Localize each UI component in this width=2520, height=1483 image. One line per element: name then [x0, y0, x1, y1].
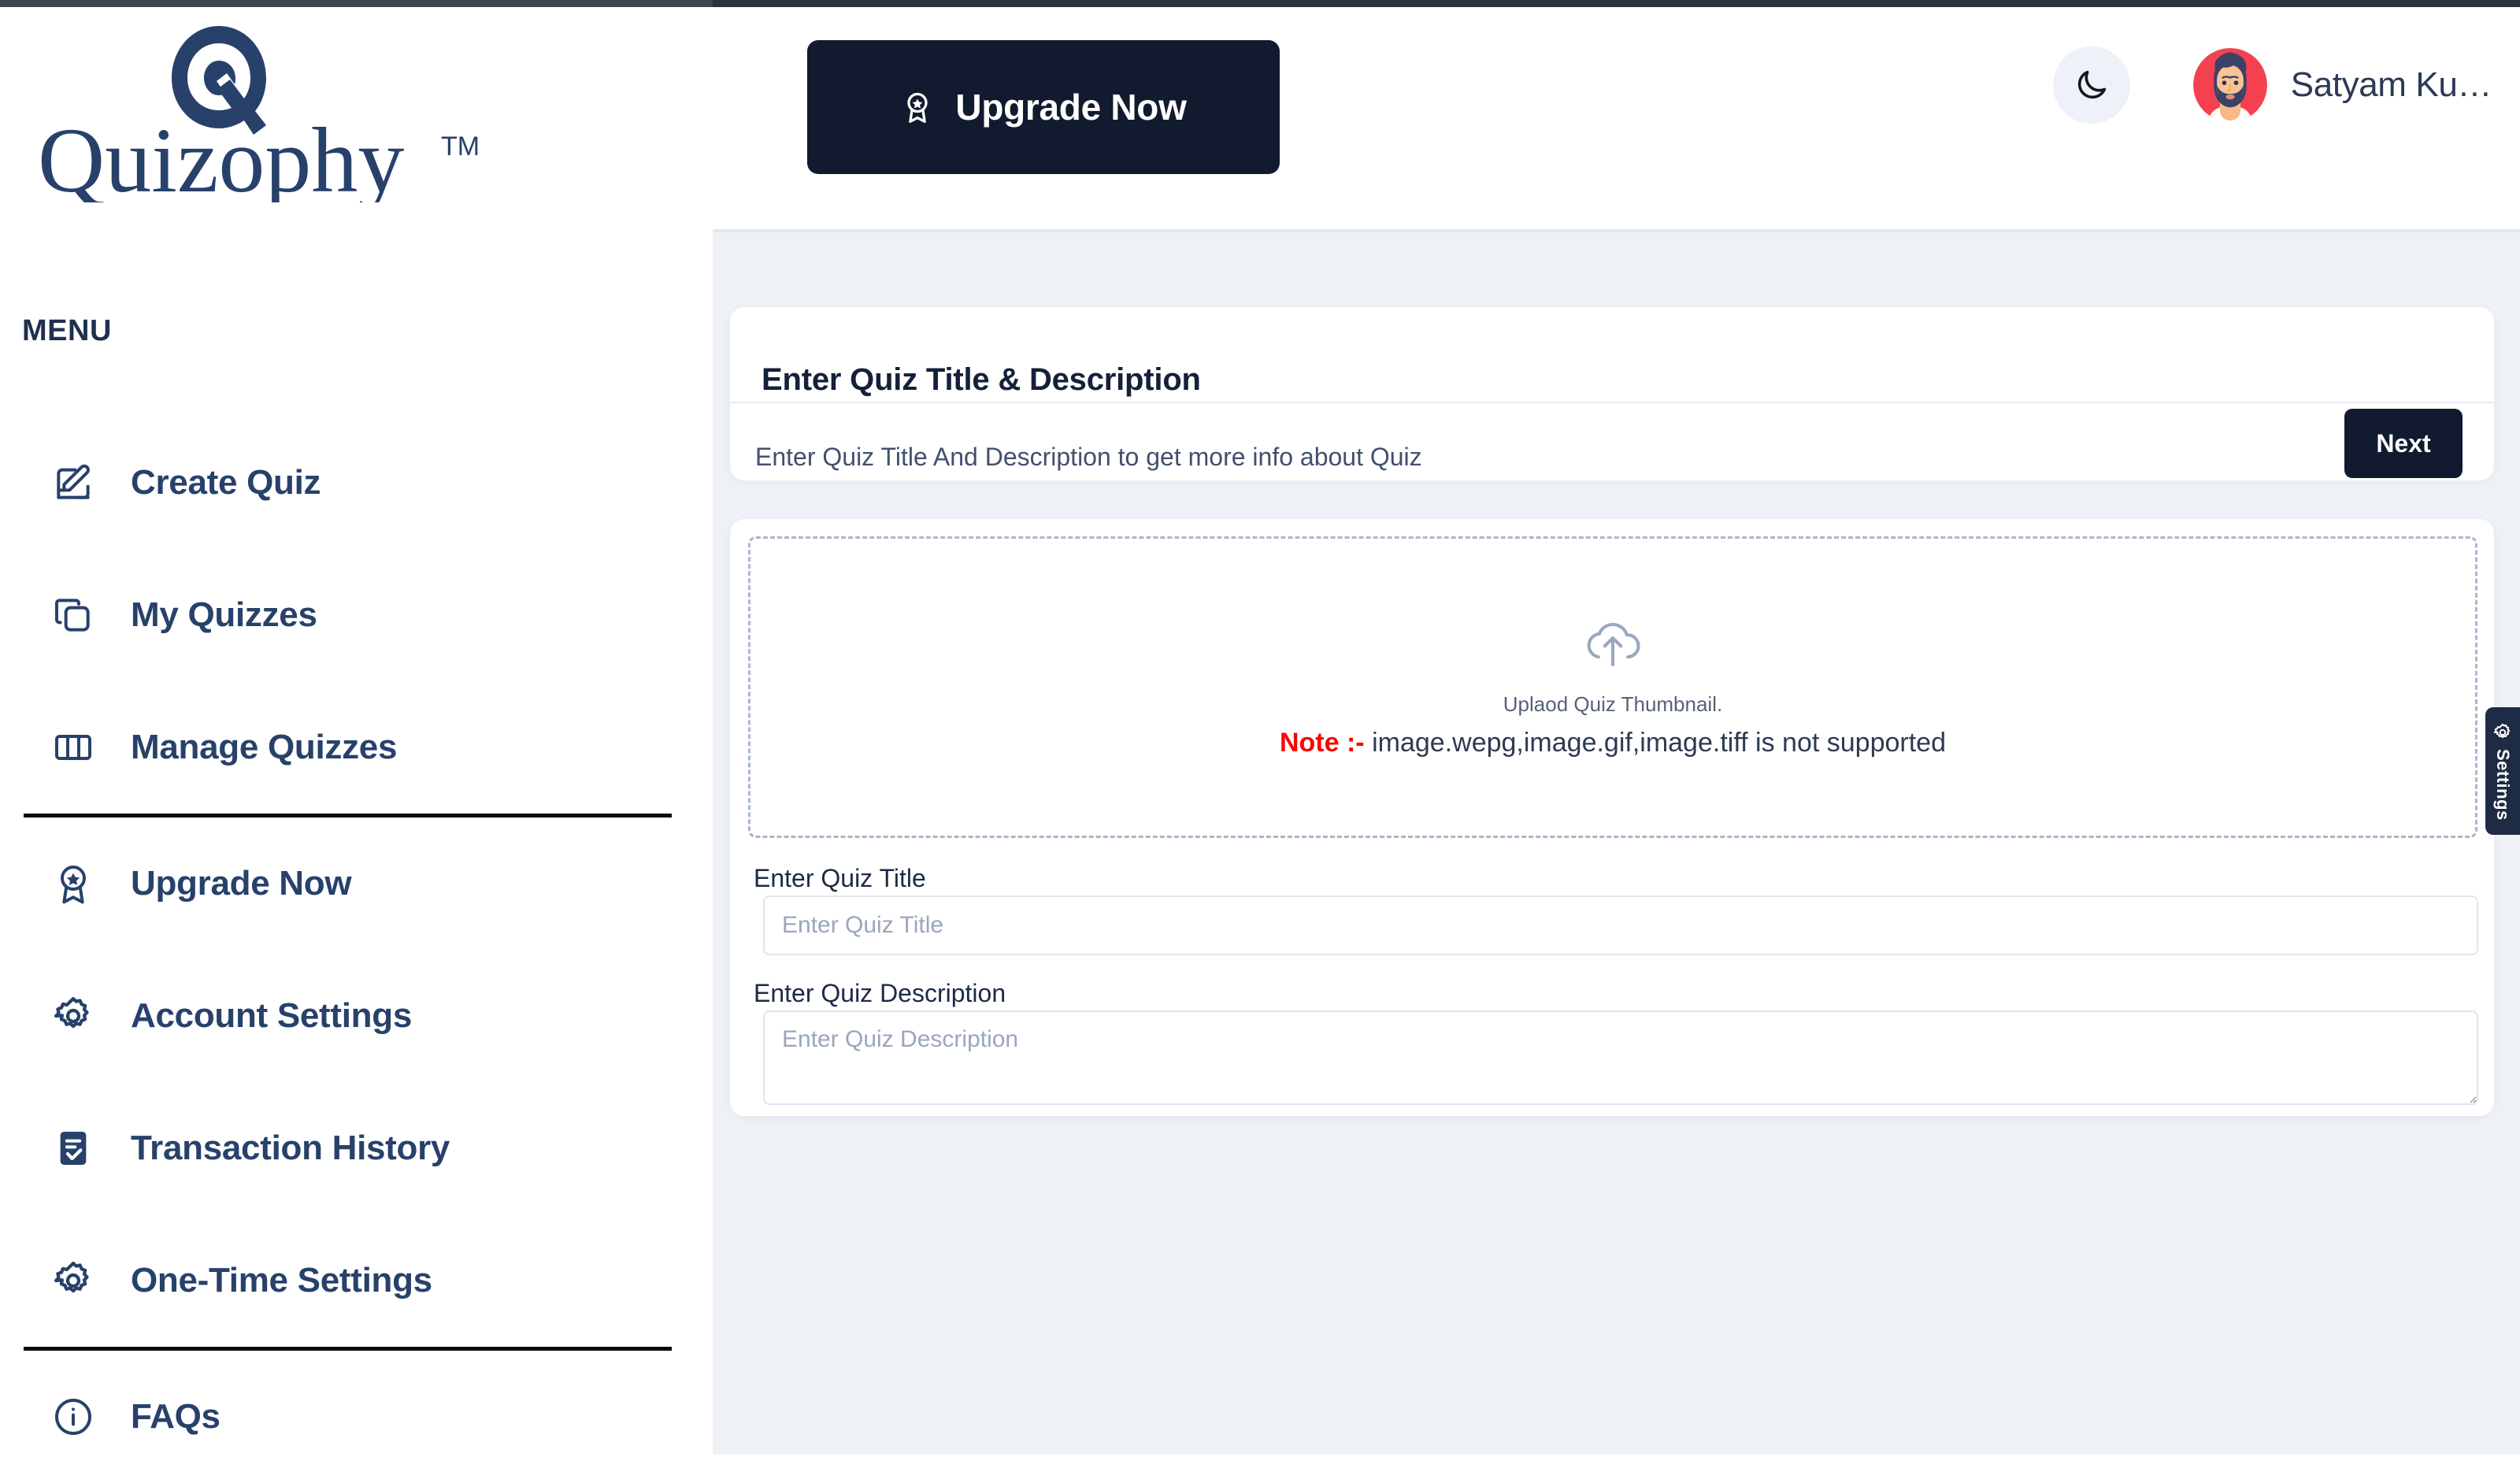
header-right-cluster: Satyam Ku… [2052, 46, 2492, 124]
columns-icon [49, 723, 98, 772]
quiz-title-input[interactable] [763, 895, 2478, 955]
settings-side-tab[interactable]: Settings [2485, 707, 2520, 835]
brand-logo[interactable]: Quizophy TM [24, 21, 512, 202]
user-name-label[interactable]: Satyam Ku… [2291, 65, 2492, 105]
quiz-description-label: Enter Quiz Description [754, 979, 1006, 1007]
quiz-form-card: Uplaod Quiz Thumbnail. Note :- image.wep… [730, 519, 2494, 1116]
dropzone-note-prefix: Note :- [1279, 727, 1365, 758]
sidebar-nav: Create Quiz My Quizzes Manage Quizzes Up… [0, 417, 713, 1483]
sidebar-item-label: Transaction History [131, 1129, 450, 1167]
upgrade-now-label: Upgrade Now [955, 87, 1187, 128]
sidebar-item-faqs[interactable]: FAQs [0, 1351, 713, 1483]
sidebar-item-my-quizzes[interactable]: My Quizzes [0, 549, 713, 681]
info-circle-icon [49, 1392, 98, 1441]
gear-icon [49, 1256, 98, 1305]
gear-icon [49, 992, 98, 1040]
quiz-title-label: Enter Quiz Title [754, 864, 926, 892]
moon-icon [2073, 67, 2110, 103]
avatar[interactable] [2192, 48, 2267, 122]
sidebar-item-label: My Quizzes [131, 595, 317, 634]
quizophy-q-logo-icon: Quizophy TM [38, 26, 480, 202]
sidebar-item-one-time-settings[interactable]: One-Time Settings [0, 1214, 713, 1347]
sidebar-item-label: One-Time Settings [131, 1261, 432, 1299]
sidebar-item-label: FAQs [131, 1397, 220, 1436]
dropzone-caption: Uplaod Quiz Thumbnail. [1503, 691, 1723, 716]
top-strip-right-segment [713, 0, 2520, 7]
document-check-icon [49, 1124, 98, 1173]
upgrade-now-button[interactable]: Upgrade Now [807, 40, 1280, 174]
sidebar-item-create-quiz[interactable]: Create Quiz [0, 417, 713, 549]
sidebar-item-account-settings[interactable]: Account Settings [0, 950, 713, 1082]
main-content: Enter Quiz Title & Description Enter Qui… [713, 229, 2520, 1455]
gear-icon [2492, 722, 2513, 743]
award-badge-icon [900, 90, 935, 124]
settings-tab-label: Settings [2493, 748, 2513, 821]
copy-layers-icon [49, 591, 98, 640]
pencil-square-icon [49, 458, 98, 507]
quiz-description-textarea[interactable] [763, 1010, 2478, 1105]
top-header: Upgrade Now Satyam Ku… [713, 7, 2520, 229]
sidebar-item-label: Account Settings [131, 996, 412, 1035]
award-badge-icon [49, 859, 98, 908]
dropzone-note-text: image.wepg,image.gif,image.tiff is not s… [1372, 727, 1946, 758]
sidebar-item-label: Manage Quizzes [131, 728, 398, 766]
top-strip-left-segment [0, 0, 713, 7]
thumbnail-dropzone[interactable]: Uplaod Quiz Thumbnail. Note :- image.wep… [748, 536, 2477, 838]
card-divider [730, 402, 2494, 403]
dark-mode-toggle-button[interactable] [2052, 46, 2130, 124]
svg-text:Quizophy: Quizophy [38, 109, 404, 202]
cloud-upload-icon [1579, 617, 1647, 669]
sidebar-item-upgrade-now[interactable]: Upgrade Now [0, 818, 713, 950]
sidebar-item-label: Create Quiz [131, 463, 321, 502]
browser-top-strip [0, 0, 2520, 7]
svg-text:TM: TM [441, 132, 480, 161]
quiz-info-header-card: Enter Quiz Title & Description Enter Qui… [730, 307, 2494, 480]
dropzone-note: Note :- image.wepg,image.gif,image.tiff … [1280, 728, 1946, 758]
sidebar: Quizophy TM MENU Create Quiz My Quizzes [0, 7, 713, 1455]
sidebar-section-label: MENU [22, 314, 112, 347]
sidebar-item-manage-quizzes[interactable]: Manage Quizzes [0, 681, 713, 814]
bearded-man-avatar-icon [2192, 48, 2267, 122]
next-button[interactable]: Next [2344, 409, 2463, 478]
page-title: Enter Quiz Title & Description [762, 362, 1201, 397]
page-subtitle: Enter Quiz Title And Description to get … [755, 443, 1422, 471]
sidebar-item-transaction-history[interactable]: Transaction History [0, 1082, 713, 1214]
sidebar-item-label: Upgrade Now [131, 864, 352, 903]
